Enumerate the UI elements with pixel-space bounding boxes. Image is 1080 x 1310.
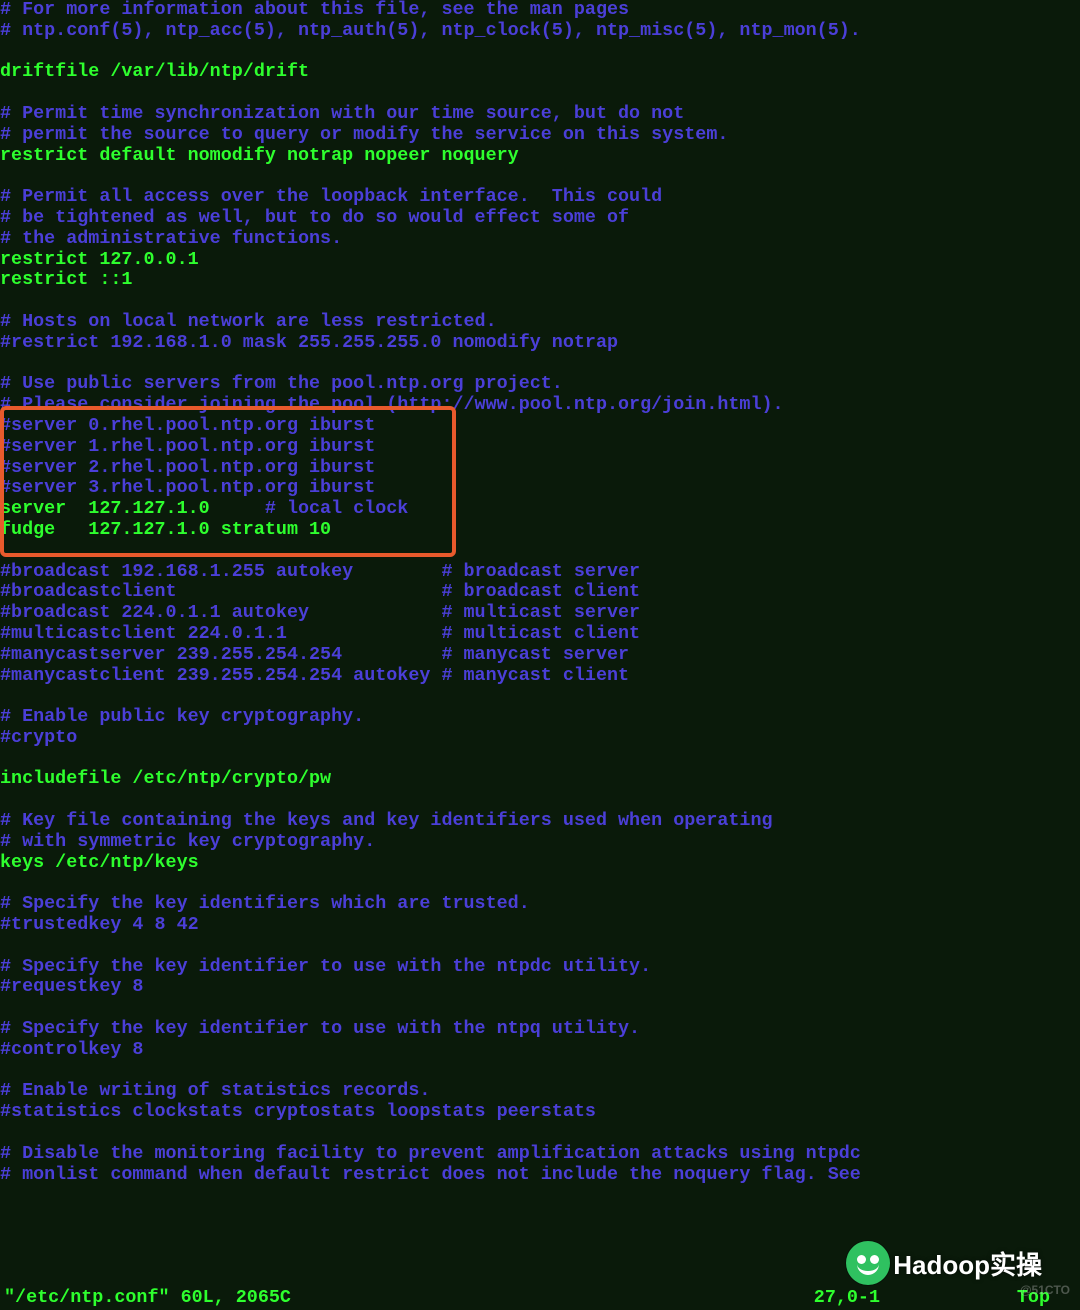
code-line: #broadcast 224.0.1.1 autokey # multicast…: [0, 602, 640, 623]
code-line: # Enable writing of statistics records.: [0, 1080, 430, 1101]
code-line: #crypto: [0, 727, 77, 748]
code-line: #manycastclient 239.255.254.254 autokey …: [0, 665, 629, 686]
code-line: keys /etc/ntp/keys: [0, 852, 199, 873]
editor-content[interactable]: # For more information about this file, …: [0, 0, 1080, 1185]
code-line: # permit the source to query or modify t…: [0, 124, 728, 145]
code-segment: # local clock: [265, 498, 408, 519]
code-line: # the administrative functions.: [0, 228, 342, 249]
wechat-icon: [846, 1241, 890, 1285]
code-line: # Key file containing the keys and key i…: [0, 810, 773, 831]
code-line: # ntp.conf(5), ntp_acc(5), ntp_auth(5), …: [0, 20, 861, 41]
code-line: #trustedkey 4 8 42: [0, 914, 199, 935]
watermark-small: @51CTO: [1020, 1284, 1070, 1298]
code-line: #controlkey 8: [0, 1039, 143, 1060]
code-line: # Permit time synchronization with our t…: [0, 103, 684, 124]
code-line: # Enable public key cryptography.: [0, 706, 364, 727]
code-line: #broadcast 192.168.1.255 autokey # broad…: [0, 561, 640, 582]
code-line: restrict ::1: [0, 269, 132, 290]
code-line: fudge 127.127.1.0 stratum 10: [0, 519, 331, 540]
code-line: #statistics clockstats cryptostats loops…: [0, 1101, 596, 1122]
status-position: 27,0-1: [814, 1288, 880, 1309]
code-line: #restrict 192.168.1.0 mask 255.255.255.0…: [0, 332, 618, 353]
code-line: # Permit all access over the loopback in…: [0, 186, 662, 207]
code-line: # be tightened as well, but to do so wou…: [0, 207, 629, 228]
code-line: # Specify the key identifier to use with…: [0, 956, 651, 977]
code-line: restrict 127.0.0.1: [0, 249, 199, 270]
code-line: # with symmetric key cryptography.: [0, 831, 375, 852]
code-line: includefile /etc/ntp/crypto/pw: [0, 768, 331, 789]
code-line: driftfile /var/lib/ntp/drift: [0, 61, 309, 82]
code-line: # Specify the key identifiers which are …: [0, 893, 530, 914]
code-line: #manycastserver 239.255.254.254 # manyca…: [0, 644, 629, 665]
code-line: #broadcastclient # broadcast client: [0, 581, 640, 602]
code-line: # Hosts on local network are less restri…: [0, 311, 497, 332]
code-line: #multicastclient 224.0.1.1 # multicast c…: [0, 623, 640, 644]
code-segment: server 127.127.1.0: [0, 498, 265, 519]
code-line: # For more information about this file, …: [0, 0, 629, 20]
code-line: #requestkey 8: [0, 976, 143, 997]
vim-status-bar: "/etc/ntp.conf" 60L, 2065C 27,0-1 Top: [0, 1287, 1080, 1310]
code-line: # Please consider joining the pool (http…: [0, 394, 784, 415]
code-line: #server 0.rhel.pool.ntp.org iburst: [0, 415, 375, 436]
code-line: # Specify the key identifier to use with…: [0, 1018, 640, 1039]
code-line: # Use public servers from the pool.ntp.o…: [0, 373, 563, 394]
code-line: # Disable the monitoring facility to pre…: [0, 1143, 861, 1164]
code-line: # monlist command when default restrict …: [0, 1164, 861, 1185]
code-line: #server 1.rhel.pool.ntp.org iburst: [0, 436, 375, 457]
code-line: restrict default nomodify notrap nopeer …: [0, 145, 519, 166]
code-line: #server 2.rhel.pool.ntp.org iburst: [0, 457, 375, 478]
watermark-text: Hadoop实操: [893, 1251, 1042, 1280]
status-filename: "/etc/ntp.conf" 60L, 2065C: [4, 1288, 291, 1309]
code-line: #server 3.rhel.pool.ntp.org iburst: [0, 477, 375, 498]
